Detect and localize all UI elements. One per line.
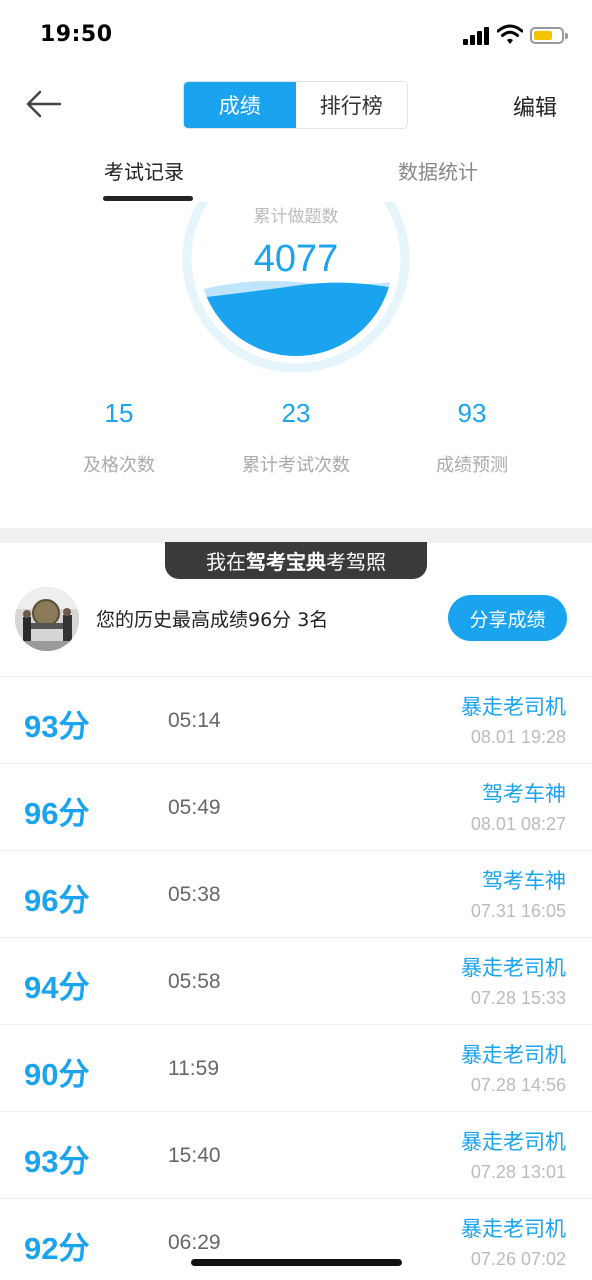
cellular-signal-icon xyxy=(463,27,491,45)
list-item[interactable]: 94分 05:58 暴走老司机 07.28 15:33 xyxy=(0,937,592,1024)
record-date: 08.01 08:27 xyxy=(470,814,566,834)
stat-score-prediction: 93 成绩预测 xyxy=(392,398,552,477)
record-date: 07.28 13:01 xyxy=(470,1162,566,1182)
record-title: 暴走老司机 xyxy=(461,956,566,980)
record-score: 96分 xyxy=(24,883,90,918)
record-score: 94分 xyxy=(24,970,90,1005)
wifi-icon xyxy=(497,24,523,44)
record-title: 驾考车神 xyxy=(482,782,566,806)
record-title: 暴走老司机 xyxy=(461,695,566,719)
gauge-value: 4077 xyxy=(253,238,339,280)
status-time: 19:50 xyxy=(40,22,113,47)
record-duration: 06:29 xyxy=(168,1231,221,1254)
promo-prefix: 我在 xyxy=(206,550,246,574)
exam-record-list: 93分 05:14 暴走老司机 08.01 19:28 96分 05:49 驾考… xyxy=(0,676,592,1280)
record-title: 暴走老司机 xyxy=(461,1217,566,1241)
record-score: 90分 xyxy=(24,1057,90,1092)
home-indicator[interactable] xyxy=(191,1259,402,1266)
progress-gauge xyxy=(182,202,410,373)
record-date: 07.28 15:33 xyxy=(470,988,566,1008)
promo-banner: 我在 驾考宝典 考驾照 xyxy=(165,542,427,579)
record-duration: 11:59 xyxy=(168,1057,219,1080)
battery-icon xyxy=(530,27,568,44)
record-title: 暴走老司机 xyxy=(461,1043,566,1067)
nav-bar: 成绩 排行榜 编辑 xyxy=(0,70,592,140)
stat-value: 15 xyxy=(104,398,134,428)
record-date: 08.01 19:28 xyxy=(470,727,566,747)
record-title: 暴走老司机 xyxy=(461,1130,566,1154)
segment-ranking[interactable]: 排行榜 xyxy=(295,82,407,128)
back-arrow-icon[interactable] xyxy=(24,86,64,122)
stats-card: 累计做题数 4077 15 及格次数 23 累计考试次数 93 成绩预测 xyxy=(0,202,592,528)
edit-button[interactable]: 编辑 xyxy=(513,90,557,122)
record-score: 93分 xyxy=(24,709,90,744)
stat-label: 成绩预测 xyxy=(436,455,508,476)
section-divider xyxy=(0,528,592,543)
record-date: 07.31 16:05 xyxy=(470,901,566,921)
tab-bar: 考试记录 数据统计 xyxy=(0,140,592,202)
share-score-button[interactable]: 分享成绩 xyxy=(448,595,567,641)
promo-brand: 驾考宝典 xyxy=(246,550,326,574)
record-duration: 05:38 xyxy=(168,883,221,906)
record-date: 07.28 14:56 xyxy=(470,1075,566,1095)
list-item[interactable]: 96分 05:38 驾考车神 07.31 16:05 xyxy=(0,850,592,937)
list-item[interactable]: 96分 05:49 驾考车神 08.01 08:27 xyxy=(0,763,592,850)
record-score: 92分 xyxy=(24,1231,90,1266)
status-bar: 19:50 xyxy=(0,0,592,70)
stat-value: 23 xyxy=(281,398,311,428)
segmented-control: 成绩 排行榜 xyxy=(183,81,408,129)
best-score-text: 您的历史最高成绩96分 3名 xyxy=(96,609,329,631)
list-item[interactable]: 90分 11:59 暴走老司机 07.28 14:56 xyxy=(0,1024,592,1111)
stat-label: 累计考试次数 xyxy=(242,455,350,476)
tab-indicator xyxy=(103,196,193,201)
record-duration: 15:40 xyxy=(168,1144,221,1167)
record-duration: 05:58 xyxy=(168,970,221,993)
record-duration: 05:14 xyxy=(168,709,221,732)
list-item[interactable]: 93分 15:40 暴走老司机 07.28 13:01 xyxy=(0,1111,592,1198)
list-item[interactable]: 93分 05:14 暴走老司机 08.01 19:28 xyxy=(0,676,592,763)
record-score: 96分 xyxy=(24,796,90,831)
record-duration: 05:49 xyxy=(168,796,221,819)
list-item[interactable]: 92分 06:29 暴走老司机 07.26 07:02 xyxy=(0,1198,592,1280)
tab-data-stats[interactable]: 数据统计 xyxy=(398,156,478,185)
stat-value: 93 xyxy=(457,398,487,428)
stat-label: 及格次数 xyxy=(83,455,155,476)
best-score-row: 您的历史最高成绩96分 3名 分享成绩 xyxy=(0,583,592,673)
promo-suffix: 考驾照 xyxy=(326,550,386,574)
stat-exam-count: 23 累计考试次数 xyxy=(216,398,376,477)
avatar[interactable] xyxy=(15,587,79,651)
record-date: 07.26 07:02 xyxy=(470,1249,566,1269)
tab-exam-records[interactable]: 考试记录 xyxy=(104,156,184,185)
gauge-label: 累计做题数 xyxy=(253,207,339,227)
record-score: 93分 xyxy=(24,1144,90,1179)
segment-scores[interactable]: 成绩 xyxy=(184,82,296,128)
record-title: 驾考车神 xyxy=(482,869,566,893)
stat-pass-count: 15 及格次数 xyxy=(39,398,199,477)
